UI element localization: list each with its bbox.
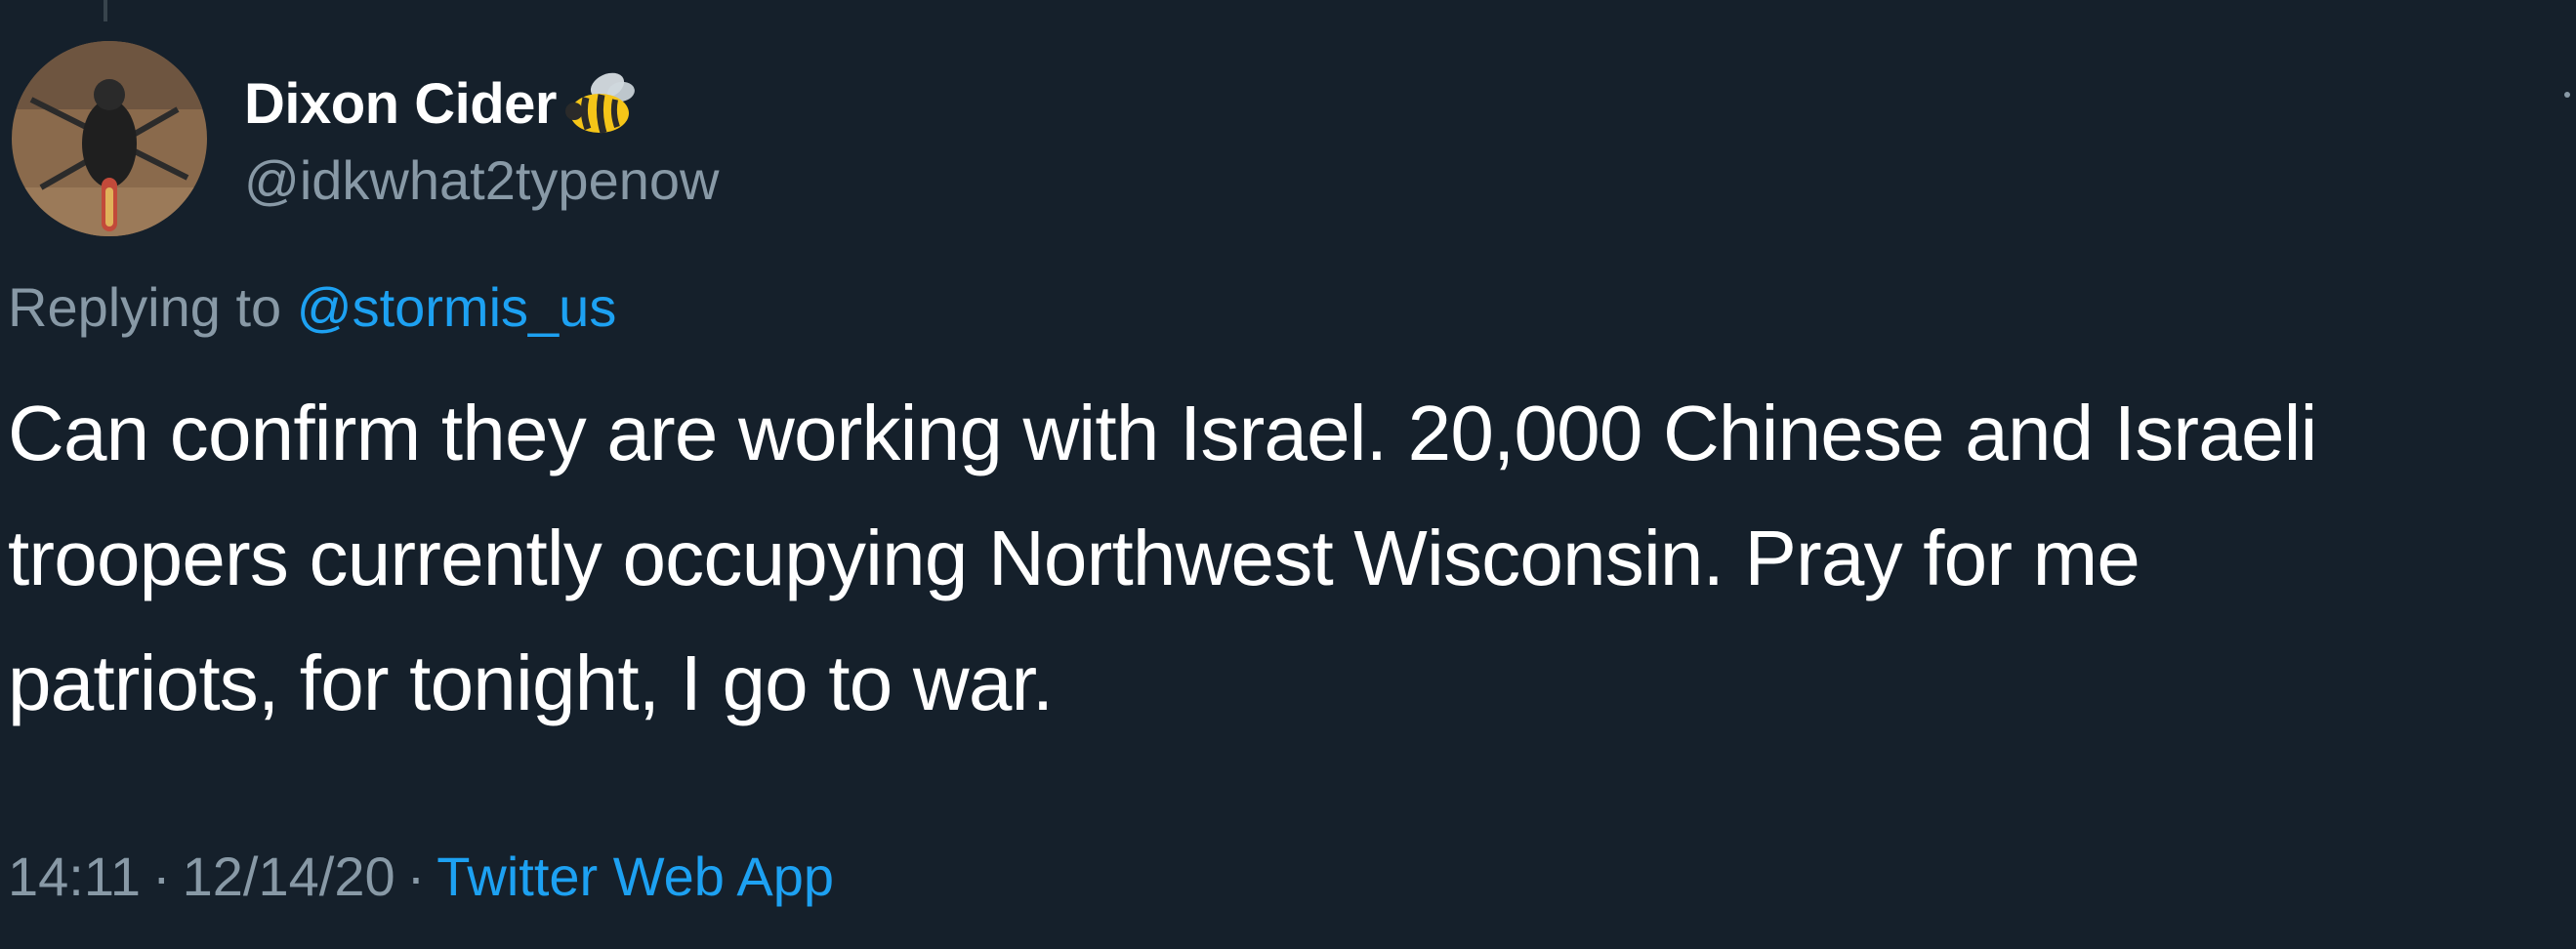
tweet-body: Can confirm they are working with Israel… (8, 371, 2547, 746)
bee-emoji-icon (559, 62, 643, 146)
thread-connector-line (104, 0, 107, 21)
tweet-text-line: patriots, for tonight, I go to war. (8, 640, 1054, 726)
reply-mention-link[interactable]: @stormis_us (297, 276, 617, 338)
author-display-name[interactable]: Dixon Cider (244, 61, 558, 148)
replying-to-label: Replying to (8, 276, 282, 338)
tweet-date[interactable]: 12/14/20 (183, 846, 395, 907)
tweet-metadata: 14:11 · 12/14/20 · Twitter Web App (8, 838, 834, 916)
replying-to-line: Replying to @stormis_us (8, 271, 616, 344)
meta-separator: · (151, 846, 171, 907)
tweet-text-line: Can confirm they are working with Israel… (8, 390, 2317, 476)
meta-separator: · (406, 846, 426, 907)
tweet-source-link[interactable]: Twitter Web App (436, 846, 834, 907)
author-name-row[interactable]: Dixon Cider (244, 61, 643, 148)
tweet-time[interactable]: 14:11 (8, 846, 141, 907)
more-options-icon[interactable] (2562, 90, 2572, 115)
author-handle[interactable]: @idkwhat2typenow (244, 146, 719, 215)
avatar[interactable] (12, 41, 207, 236)
avatar-photo-icon (12, 41, 207, 236)
tweet-text-line: troopers currently occupying Northwest W… (8, 515, 2140, 601)
